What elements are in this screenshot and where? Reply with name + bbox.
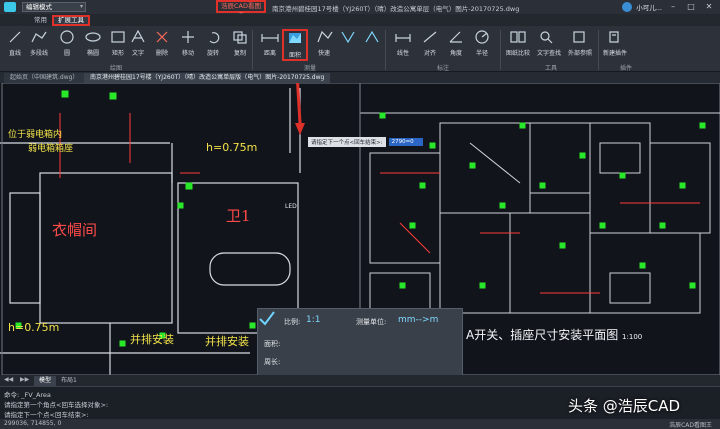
document-tabs: 起始页（中国建筑.dwg） 南京港州碧桂园17号楼（YJ260T）（晴）改造公寓… <box>0 72 720 83</box>
drawing-note: 位于弱电箱内 <box>8 130 63 140</box>
angle-dim-button[interactable]: 角度 <box>443 29 469 61</box>
drawing-note: 并排安装 <box>205 335 249 348</box>
area-label: 面积: <box>264 340 281 348</box>
area-button[interactable]: 面积 <box>282 29 308 61</box>
command-history-line: 请指定第一个角点<回车选择对象>: <box>4 401 109 409</box>
xref-button[interactable]: 外部参照 <box>567 29 593 61</box>
ellipse-button[interactable]: 椭圆 <box>80 29 106 61</box>
ribbon: 直线 多段线 圆 椭圆 矩形 文字 删除 移动 旋转 复制 距离 面积 快速 线… <box>0 26 720 72</box>
command-prompt[interactable]: 请指定下一个点<回车结束>: <box>4 409 89 419</box>
linear-dim-button[interactable]: 线性 <box>390 29 416 61</box>
unit-label: 测量单位: <box>356 318 387 326</box>
status-bar: 299036, 714855, 0 浩辰CAD看图王 <box>0 419 720 429</box>
text-search-button[interactable]: 文字查找 <box>536 29 562 61</box>
plan-scale: 1:100 <box>622 333 643 341</box>
scale-label: 比例: <box>284 318 301 326</box>
drawing-note: 并排安装 <box>130 333 174 346</box>
ribbon-divider <box>252 30 253 70</box>
cursor-coordinates: 299036, 714855, 0 <box>4 420 62 427</box>
minimize-icon[interactable]: – <box>666 1 680 13</box>
doc-tab-start[interactable]: 起始页（中国建筑.dwg） <box>4 73 85 83</box>
plan-title-text: A开关、插座尺寸安装平面图 <box>466 328 619 342</box>
drawing-note: 弱电箱箱座 <box>28 144 74 154</box>
group-label-tools: 工具 <box>545 65 558 72</box>
mode-select[interactable]: 编辑模式 ▾ <box>22 2 86 12</box>
app-logo-icon[interactable] <box>4 2 16 12</box>
title-bar: 编辑模式 ▾ 浩辰CAD看图王 南京港州碧桂园17号楼（YJ260T）（晴）改造… <box>0 0 720 19</box>
circle-button[interactable]: 圆 <box>54 29 80 61</box>
plan-title: A开关、插座尺寸安装平面图 1:100 <box>466 326 642 343</box>
group-label-plugins: 插件 <box>620 65 633 72</box>
group-label-draw: 绘图 <box>110 65 123 72</box>
line-button[interactable]: 直线 <box>2 29 28 61</box>
next-tab-icon[interactable]: ▶▶ <box>20 376 29 383</box>
text-button[interactable]: 文字 <box>125 29 151 61</box>
maximize-icon[interactable]: □ <box>684 1 698 13</box>
document-title: 南京港州碧桂园17号楼（YJ260T）（晴）改造公寓单层（电气）图片-20170… <box>272 5 520 13</box>
tab-model[interactable]: 模型 <box>34 376 57 386</box>
quick-button[interactable]: 快速 <box>311 29 337 61</box>
aligned-dim-button[interactable]: 对齐 <box>417 29 443 61</box>
first-tab-icon[interactable]: ◀◀ <box>4 376 13 383</box>
check-icon[interactable] <box>258 309 276 327</box>
ribbon-tabs: 常用 扩展工具 <box>0 14 720 26</box>
move-button[interactable]: 移动 <box>175 29 201 61</box>
polyline-button[interactable]: 多段线 <box>26 29 52 61</box>
app-name-highlight: 浩辰CAD看图王 <box>216 0 266 19</box>
ribbon-divider <box>385 30 386 70</box>
chevron-down-icon: ▾ <box>79 3 83 10</box>
user-name[interactable]: 小可儿... <box>636 2 662 12</box>
tab-layout1[interactable]: 布局1 <box>56 376 82 386</box>
rotate-button[interactable]: 旋转 <box>200 29 226 61</box>
group-label-measure: 测量 <box>304 65 317 72</box>
radius-dim-button[interactable]: 半径 <box>469 29 495 61</box>
copy-button[interactable]: 复制 <box>227 29 253 61</box>
compare-button[interactable]: 图纸比较 <box>505 29 531 61</box>
watermark: 头条 @浩辰CAD <box>568 397 681 415</box>
unit-value[interactable]: mm-->m <box>398 315 438 325</box>
drawing-canvas[interactable]: 衣帽间 卫1 位于弱电箱内 弱电箱箱座 h=0.75m h=0.75m 并排安装… <box>0 83 720 375</box>
prompt-input[interactable]: 2790=0 <box>388 138 423 146</box>
plugin-button[interactable]: 新建插件 <box>602 29 628 61</box>
distance-button[interactable]: 距离 <box>257 29 283 61</box>
group-label-dimension: 标注 <box>437 65 450 72</box>
avatar[interactable] <box>622 2 633 12</box>
prompt-text: 请指定下一个点<回车结束>: <box>308 137 386 147</box>
command-history-line: 命令: _FV_Area <box>4 391 51 399</box>
drawing-note: h=0.75m <box>206 141 258 154</box>
ribbon-divider <box>598 30 599 70</box>
layout-tabs: ◀◀ ▶▶ 模型 布局1 <box>0 375 720 386</box>
close-icon[interactable]: ✕ <box>702 1 716 13</box>
dynamic-input-prompt[interactable]: 请指定下一个点<回车结束>: 2790=0 <box>308 137 423 147</box>
tab-common[interactable]: 常用 <box>30 15 51 26</box>
perimeter-label: 周长: <box>264 358 281 366</box>
status-brand: 浩辰CAD看图王 <box>669 422 712 429</box>
room-label: 衣帽间 <box>52 221 98 239</box>
doc-tab-current[interactable]: 南京港州碧桂园17号楼（YJ260T）（晴）改造公寓单层版（电气）图片-2017… <box>84 73 331 83</box>
room-label: 卫1 <box>226 207 251 225</box>
tab-extended-tools[interactable]: 扩展工具 <box>52 15 90 26</box>
ribbon-divider <box>500 30 501 70</box>
scale-value[interactable]: 1:1 <box>306 315 320 325</box>
mode-select-value: 编辑模式 <box>26 3 52 11</box>
delete-button[interactable]: 删除 <box>149 29 175 61</box>
drawing-note: h=0.75m <box>8 321 60 334</box>
drawing-note: LED <box>285 203 297 210</box>
measure-panel: 比例: 1:1 测量单位: mm-->m 面积: 周长: <box>257 308 463 375</box>
